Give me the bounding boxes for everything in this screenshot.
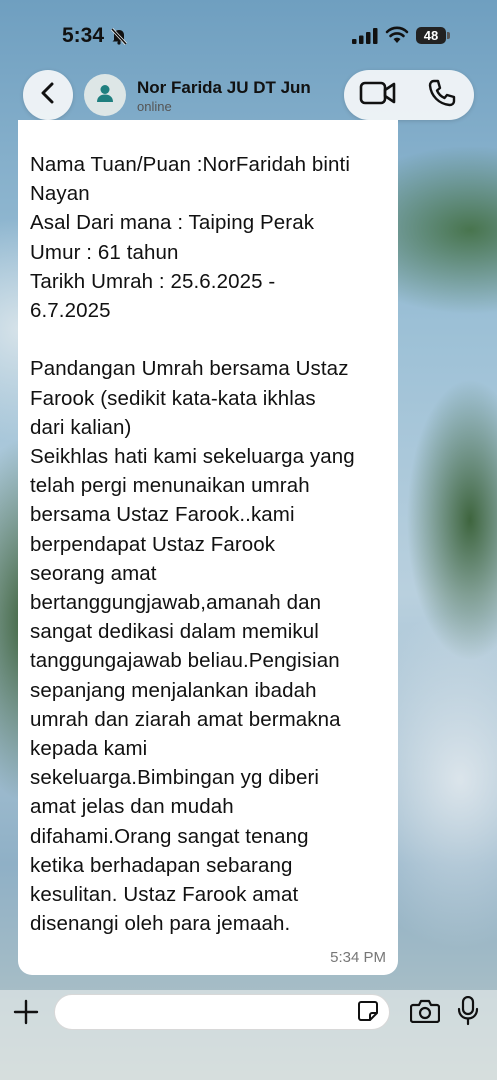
- call-actions: [344, 70, 474, 120]
- plus-icon: [13, 999, 39, 1030]
- message-timestamp: 5:34 PM: [330, 949, 386, 966]
- status-time: 5:34: [62, 24, 105, 47]
- person-avatar-icon: [95, 83, 115, 108]
- message-composer: [0, 990, 497, 1080]
- camera-icon: [409, 999, 441, 1028]
- status-bar: 5:34 48: [0, 0, 497, 70]
- voice-call-button[interactable]: [424, 78, 460, 112]
- voice-message-button[interactable]: [456, 995, 480, 1031]
- bell-slash-icon: [110, 27, 128, 46]
- battery-icon: 48: [416, 27, 446, 44]
- back-button[interactable]: [23, 70, 73, 120]
- wifi-icon: [385, 26, 409, 49]
- phone-icon: [427, 78, 457, 113]
- sticker-icon: [357, 1000, 379, 1027]
- contact-name: Nor Farida JU DT Jun: [137, 78, 311, 97]
- video-camera-icon: [359, 80, 397, 111]
- camera-button[interactable]: [409, 999, 441, 1028]
- message-bubble[interactable]: Nama Tuan/Puan :NorFaridah binti Nayan A…: [18, 120, 398, 975]
- battery-tip: [447, 32, 450, 39]
- attach-button[interactable]: [12, 999, 40, 1030]
- message-text: Nama Tuan/Puan :NorFaridah binti Nayan A…: [30, 153, 355, 936]
- chevron-left-icon: [39, 82, 57, 109]
- cellular-signal-icon: [352, 28, 378, 49]
- avatar[interactable]: [84, 74, 126, 116]
- contact-status: online: [137, 99, 172, 114]
- sticker-button[interactable]: [357, 1000, 379, 1027]
- message-input[interactable]: [54, 994, 390, 1030]
- video-call-button[interactable]: [358, 78, 398, 112]
- contact-info[interactable]: Nor Farida JU DT Jun online: [80, 70, 335, 120]
- microphone-icon: [457, 995, 479, 1031]
